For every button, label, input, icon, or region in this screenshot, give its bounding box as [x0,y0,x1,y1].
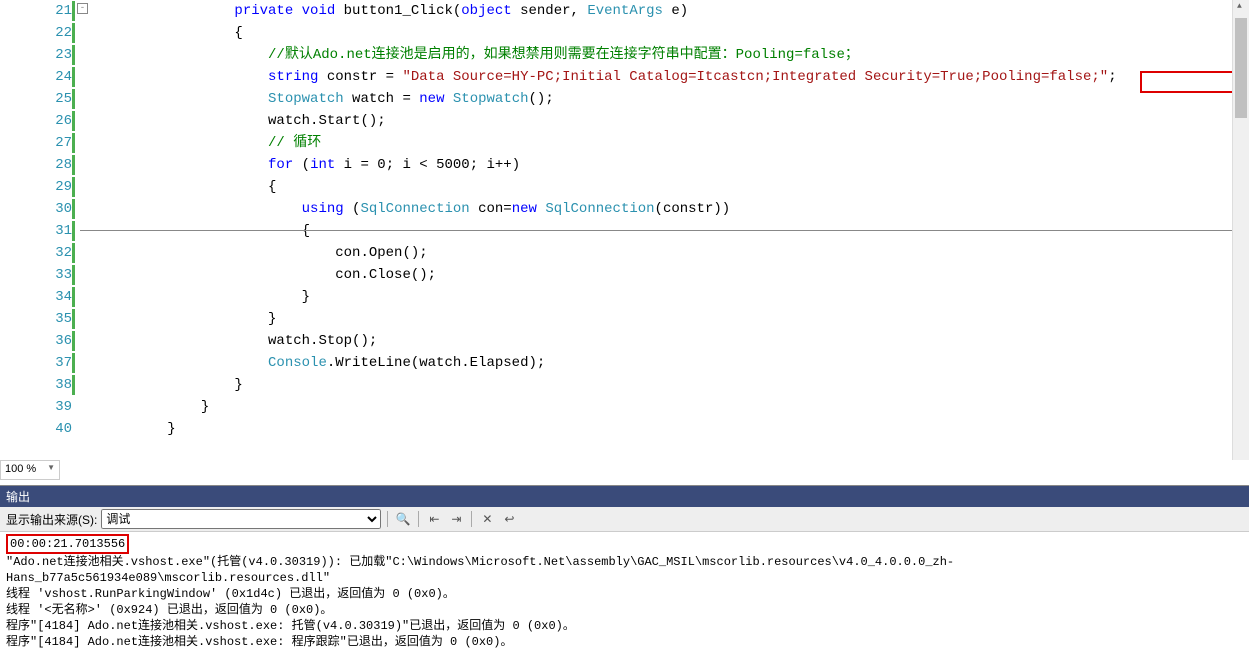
code-line[interactable]: } [100,418,1249,440]
code-line[interactable]: } [100,396,1249,418]
line-number: 36 [0,330,72,352]
line-number: 26 [0,110,72,132]
output-line: "Ado.net连接池相关.vshost.exe"(托管(v4.0.30319)… [6,554,1243,586]
line-number: 30 [0,198,72,220]
toolbar-separator [418,511,419,527]
vertical-scrollbar[interactable] [1232,0,1249,460]
output-panel-title: 输出 [0,486,1249,507]
code-line[interactable]: { [100,176,1249,198]
line-number: 34 [0,286,72,308]
zoom-level-dropdown[interactable]: 100 % [0,460,60,480]
modification-marker [72,353,75,373]
wrap-icon[interactable]: ↩ [500,510,518,528]
line-number: 22 [0,22,72,44]
code-line[interactable]: string constr = "Data Source=HY-PC;Initi… [100,66,1249,88]
line-number: 29 [0,176,72,198]
output-panel: 输出 显示输出来源(S): 调试 🔍 ⇤ ⇥ ✕ ↩ 00:00:21.7013… [0,485,1249,637]
next-icon[interactable]: ⇥ [447,510,465,528]
modification-marker [72,133,75,153]
modification-marker [72,265,75,285]
line-number: 39 [0,396,72,418]
modification-marker [72,67,75,87]
output-line: 线程 '<无名称>' (0x924) 已退出，返回值为 0 (0x0)。 [6,602,1243,618]
line-number: 23 [0,44,72,66]
output-source-select[interactable]: 调试 [101,509,381,529]
find-icon[interactable]: 🔍 [394,510,412,528]
modification-marker [72,177,75,197]
line-number: 35 [0,308,72,330]
line-number: 25 [0,88,72,110]
output-line: 程序"[4184] Ado.net连接池相关.vshost.exe: 托管(v4… [6,618,1243,634]
prev-icon[interactable]: ⇤ [425,510,443,528]
line-number: 38 [0,374,72,396]
line-number: 31 [0,220,72,242]
code-line[interactable]: } [100,308,1249,330]
code-line[interactable]: // 循环 [100,132,1249,154]
line-number: 27 [0,132,72,154]
code-line[interactable]: } [100,374,1249,396]
line-number: 24 [0,66,72,88]
code-line[interactable]: con.Close(); [100,264,1249,286]
toolbar-separator [387,511,388,527]
modification-marker [72,287,75,307]
code-editor[interactable]: 21-2223242526272829303132333435363738394… [0,0,1249,480]
code-line[interactable]: { [100,220,1249,242]
output-toolbar: 显示输出来源(S): 调试 🔍 ⇤ ⇥ ✕ ↩ [0,507,1249,532]
modification-marker [72,243,75,263]
code-line[interactable]: con.Open(); [100,242,1249,264]
modification-marker [72,23,75,43]
output-line: 线程 'vshost.RunParkingWindow' (0x1d4c) 已退… [6,586,1243,602]
code-line[interactable]: watch.Start(); [100,110,1249,132]
output-line: 程序"[4184] Ado.net连接池相关.vshost.exe: 程序跟踪"… [6,634,1243,650]
code-line[interactable]: for (int i = 0; i < 5000; i++) [100,154,1249,176]
modification-marker [72,89,75,109]
modification-marker [72,375,75,395]
modification-marker [72,1,75,21]
modification-marker [72,155,75,175]
line-number: 32 [0,242,72,264]
line-number: 40 [0,418,72,440]
toolbar-separator [471,511,472,527]
code-line[interactable]: Stopwatch watch = new Stopwatch(); [100,88,1249,110]
code-line[interactable]: { [100,22,1249,44]
modification-marker [72,331,75,351]
line-number: 28 [0,154,72,176]
code-line[interactable]: private void button1_Click(object sender… [100,0,1249,22]
line-number-gutter: 21-2223242526272829303132333435363738394… [0,0,80,480]
modification-marker [72,221,75,241]
elapsed-time-highlight: 00:00:21.7013556 [6,534,129,554]
editor-split-line [80,230,1249,231]
clear-icon[interactable]: ✕ [478,510,496,528]
code-line[interactable]: using (SqlConnection con=new SqlConnecti… [100,198,1249,220]
modification-marker [72,45,75,65]
code-line[interactable]: watch.Stop(); [100,330,1249,352]
line-number: 33 [0,264,72,286]
code-line[interactable]: //默认Ado.net连接池是启用的，如果想禁用则需要在连接字符串中配置：Poo… [100,44,1249,66]
output-body[interactable]: 00:00:21.7013556 "Ado.net连接池相关.vshost.ex… [0,532,1249,652]
output-source-label: 显示输出来源(S): [6,511,97,528]
line-number: 37 [0,352,72,374]
modification-marker [72,309,75,329]
modification-marker [72,111,75,131]
line-number: 21- [0,0,72,22]
code-line[interactable]: } [100,286,1249,308]
code-line[interactable]: Console.WriteLine(watch.Elapsed); [100,352,1249,374]
code-content[interactable]: private void button1_Click(object sender… [80,0,1249,480]
modification-marker [72,199,75,219]
